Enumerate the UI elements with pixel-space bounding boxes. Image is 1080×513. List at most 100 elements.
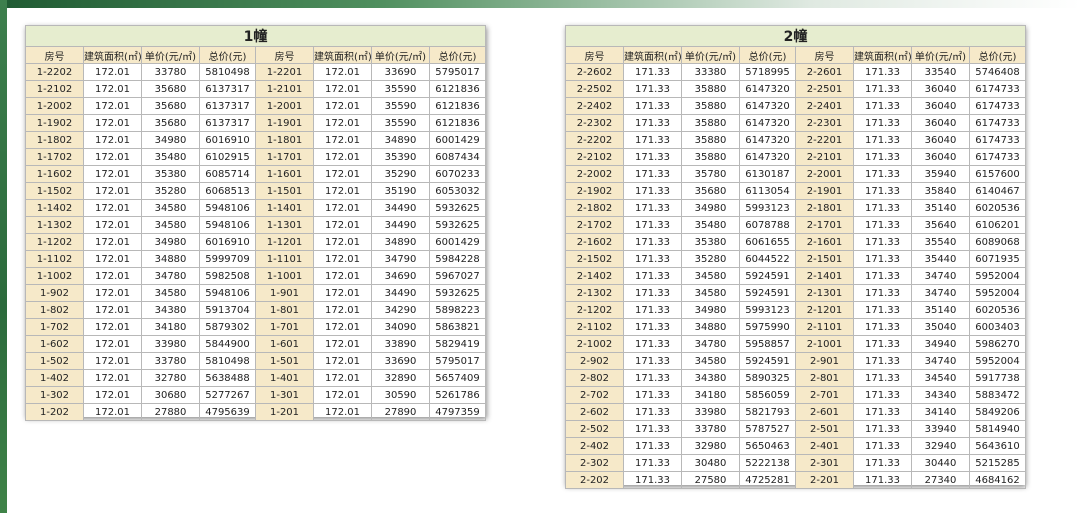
room-number-cell: 1-202 xyxy=(25,403,84,421)
area-cell: 171.33 xyxy=(623,454,682,472)
room-number-cell: 2-501 xyxy=(795,420,854,438)
area-cell: 172.01 xyxy=(313,216,372,234)
room-number-cell: 1-1601 xyxy=(255,165,314,183)
table-row: 2-202 171.33 27580 4725281 2-201 171.33 27340 4… xyxy=(565,471,1026,489)
room-number-cell: 1-701 xyxy=(255,318,314,336)
table-row: 1-902 172.01 34580 5948106 1-901 172.01 34490 5… xyxy=(25,284,486,302)
total-price-cell: 6140467 xyxy=(969,182,1026,200)
unit-price-cell: 34580 xyxy=(681,267,740,285)
unit-price-cell: 34380 xyxy=(681,369,740,387)
table-row: 1-202 172.01 27880 4795639 1-201 172.01 27890 4… xyxy=(25,403,486,421)
room-number-cell: 2-2201 xyxy=(795,131,854,149)
unit-price-cell: 30590 xyxy=(371,386,430,404)
room-number-cell: 2-1602 xyxy=(565,233,624,251)
unit-price-cell: 35290 xyxy=(371,165,430,183)
area-cell: 171.33 xyxy=(623,80,682,98)
area-cell: 171.33 xyxy=(853,352,912,370)
unit-price-cell: 34980 xyxy=(681,199,740,217)
room-number-cell: 2-401 xyxy=(795,437,854,455)
room-number-cell: 2-402 xyxy=(565,437,624,455)
room-number-cell: 1-1201 xyxy=(255,233,314,251)
unit-price-cell: 33890 xyxy=(371,335,430,353)
room-number-cell: 1-1102 xyxy=(25,250,84,268)
unit-price-cell: 34580 xyxy=(141,284,200,302)
area-cell: 171.33 xyxy=(623,471,682,489)
header-total-price: 总价(元) xyxy=(969,46,1026,64)
room-number-cell: 1-302 xyxy=(25,386,84,404)
room-number-cell: 2-302 xyxy=(565,454,624,472)
area-cell: 171.33 xyxy=(853,199,912,217)
area-cell: 172.01 xyxy=(313,369,372,387)
area-cell: 171.33 xyxy=(853,301,912,319)
total-price-cell: 5746408 xyxy=(969,63,1026,81)
table-row: 2-2102 171.33 35880 6147320 2-2101 171.33 3604… xyxy=(565,148,1026,166)
unit-price-cell: 34540 xyxy=(911,369,970,387)
area-cell: 171.33 xyxy=(853,216,912,234)
area-cell: 172.01 xyxy=(313,165,372,183)
unit-price-cell: 35480 xyxy=(681,216,740,234)
room-number-cell: 1-1001 xyxy=(255,267,314,285)
area-cell: 171.33 xyxy=(623,131,682,149)
unit-price-cell: 30440 xyxy=(911,454,970,472)
unit-price-cell: 34340 xyxy=(911,386,970,404)
table-row: 1-1902 172.01 35680 6137317 1-1901 172.01 3559… xyxy=(25,114,486,132)
room-number-cell: 1-902 xyxy=(25,284,84,302)
area-cell: 171.33 xyxy=(853,403,912,421)
room-number-cell: 1-1802 xyxy=(25,131,84,149)
unit-price-cell: 35380 xyxy=(141,165,200,183)
room-number-cell: 2-2502 xyxy=(565,80,624,98)
room-number-cell: 2-2501 xyxy=(795,80,854,98)
unit-price-cell: 35880 xyxy=(681,148,740,166)
room-number-cell: 2-202 xyxy=(565,471,624,489)
total-price-cell: 5917738 xyxy=(969,369,1026,387)
unit-price-cell: 35640 xyxy=(911,216,970,234)
room-number-cell: 1-2101 xyxy=(255,80,314,98)
area-cell: 172.01 xyxy=(83,131,142,149)
room-number-cell: 1-1101 xyxy=(255,250,314,268)
area-cell: 171.33 xyxy=(623,437,682,455)
total-price-cell: 5986270 xyxy=(969,335,1026,353)
area-cell: 171.33 xyxy=(853,437,912,455)
area-cell: 171.33 xyxy=(853,63,912,81)
area-cell: 172.01 xyxy=(313,63,372,81)
total-price-cell: 4797359 xyxy=(429,403,486,421)
area-cell: 172.01 xyxy=(83,199,142,217)
total-price-cell: 6053032 xyxy=(429,182,486,200)
room-number-cell: 2-602 xyxy=(565,403,624,421)
total-price-cell: 5810498 xyxy=(199,352,256,370)
area-cell: 172.01 xyxy=(313,301,372,319)
total-price-cell: 5657409 xyxy=(429,369,486,387)
total-price-cell: 5984228 xyxy=(429,250,486,268)
area-cell: 172.01 xyxy=(83,182,142,200)
total-price-cell: 6113054 xyxy=(739,182,796,200)
room-number-cell: 2-1002 xyxy=(565,335,624,353)
room-number-cell: 1-1501 xyxy=(255,182,314,200)
unit-price-cell: 35140 xyxy=(911,301,970,319)
header-area: 建筑面积(㎡) xyxy=(853,46,912,64)
total-price-cell: 5849206 xyxy=(969,403,1026,421)
table-row: 1-1202 172.01 34980 6016910 1-1201 172.01 3489… xyxy=(25,233,486,251)
unit-price-cell: 33980 xyxy=(681,403,740,421)
unit-price-cell: 34180 xyxy=(141,318,200,336)
total-price-cell: 5952004 xyxy=(969,284,1026,302)
room-number-cell: 1-1502 xyxy=(25,182,84,200)
total-price-cell: 5924591 xyxy=(739,267,796,285)
unit-price-cell: 35540 xyxy=(911,233,970,251)
area-cell: 171.33 xyxy=(853,233,912,251)
room-number-cell: 1-402 xyxy=(25,369,84,387)
unit-price-cell: 35680 xyxy=(141,80,200,98)
unit-price-cell: 34490 xyxy=(371,216,430,234)
total-price-cell: 5993123 xyxy=(739,301,796,319)
area-cell: 172.01 xyxy=(313,97,372,115)
building-title: 2幢 xyxy=(565,25,1026,47)
area-cell: 172.01 xyxy=(313,284,372,302)
total-price-cell: 6174733 xyxy=(969,148,1026,166)
table-row: 2-2002 171.33 35780 6130187 2-2001 171.33 3594… xyxy=(565,165,1026,183)
top-decorative-bar xyxy=(0,0,1080,8)
area-cell: 172.01 xyxy=(313,114,372,132)
area-cell: 171.33 xyxy=(853,335,912,353)
total-price-cell: 6157600 xyxy=(969,165,1026,183)
unit-price-cell: 35190 xyxy=(371,182,430,200)
total-price-cell: 6121836 xyxy=(429,114,486,132)
header-unit-price: 单价(元/㎡) xyxy=(141,46,200,64)
